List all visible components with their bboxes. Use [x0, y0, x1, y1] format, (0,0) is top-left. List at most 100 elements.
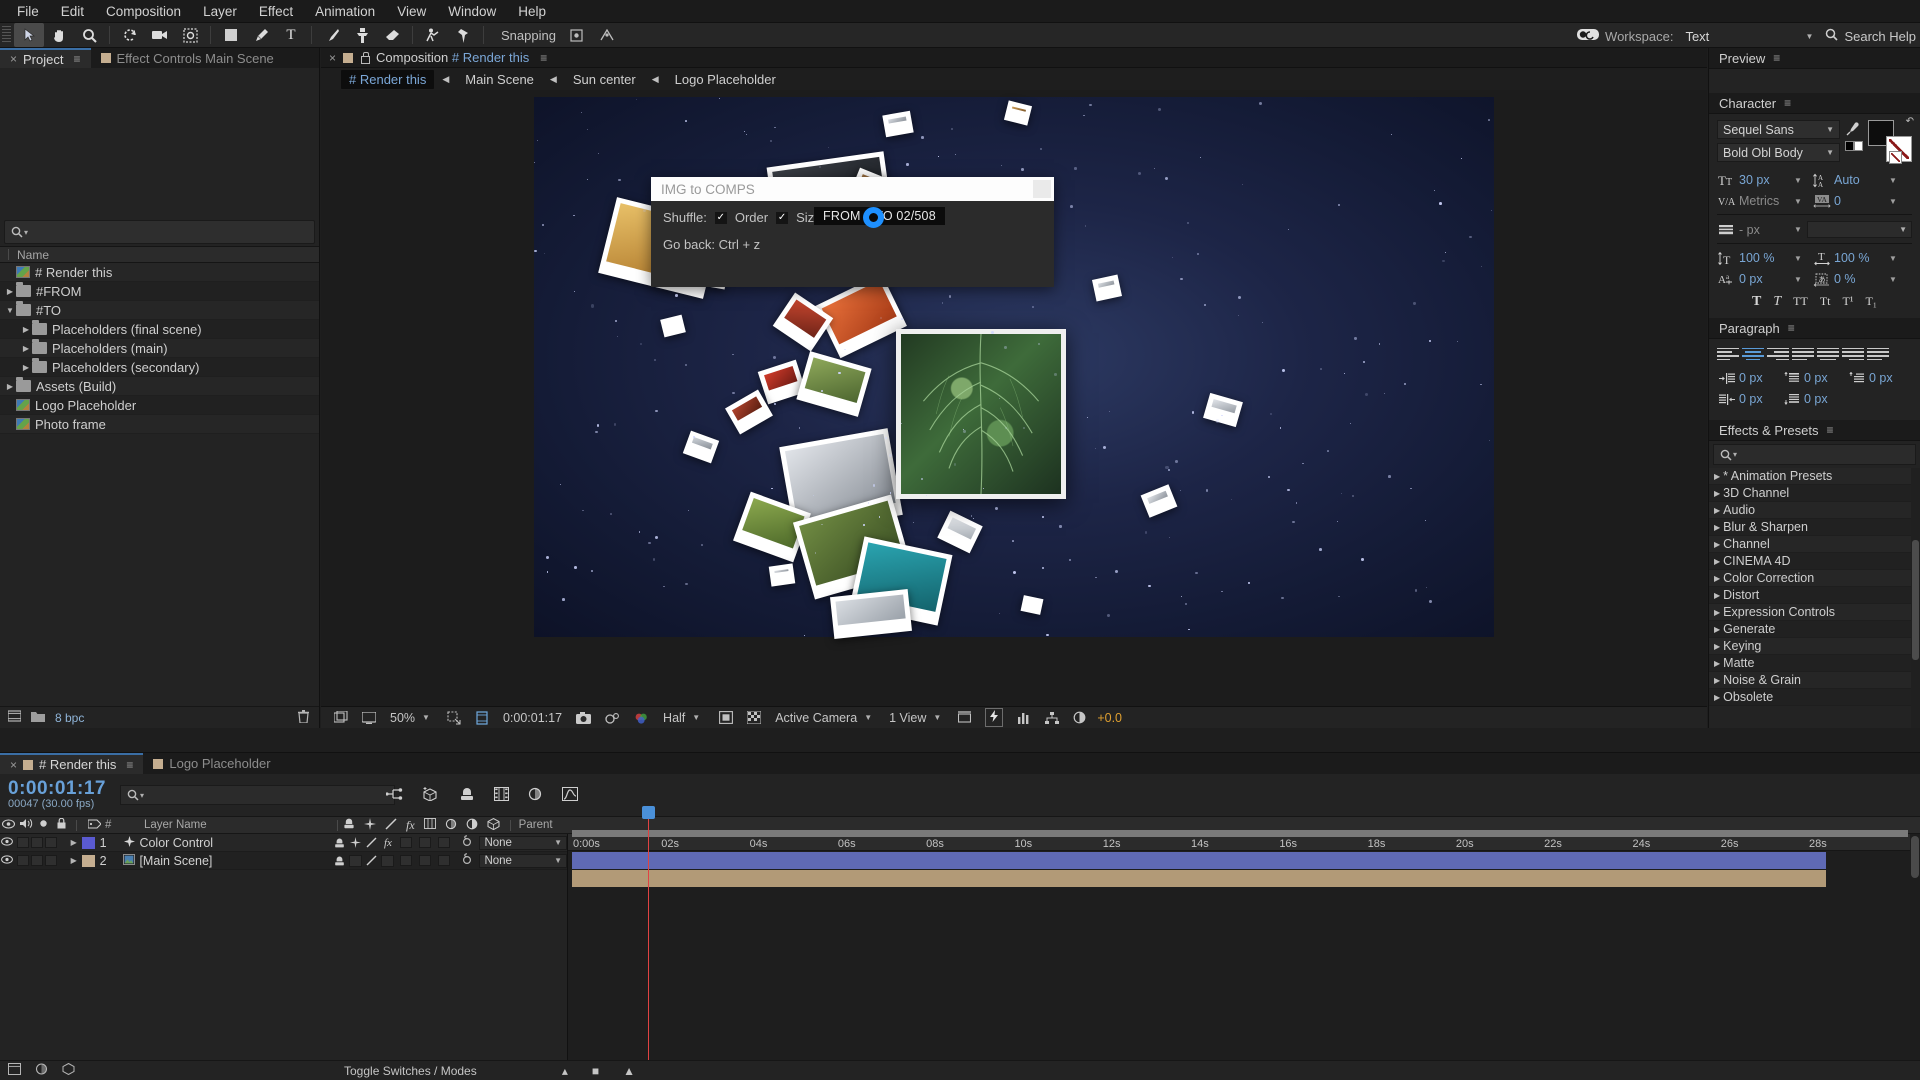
main-viewer-icon[interactable]	[355, 711, 383, 724]
leading-caret-icon[interactable]: ▼	[1887, 176, 1899, 185]
layer-solo-toggle[interactable]	[30, 837, 43, 848]
swap-colors-icon[interactable]: ↶	[1906, 116, 1914, 127]
paragraph-align-left-button[interactable]	[1717, 346, 1739, 362]
timeline-layer-row[interactable]: ▶ 1 Color Control fx None ▼	[0, 834, 568, 852]
chevron-right-icon[interactable]: ▶	[1714, 642, 1720, 651]
graph-editor-icon[interactable]	[562, 786, 578, 804]
draft-3d-icon[interactable]	[422, 786, 440, 804]
comp-footer-icon-3[interactable]	[62, 1062, 75, 1078]
chevron-right-icon[interactable]: ▶	[1714, 693, 1720, 702]
horizontal-scale-value[interactable]: 100 %	[1834, 251, 1884, 265]
font-size-caret-icon[interactable]: ▼	[1792, 176, 1804, 185]
chevron-right-icon[interactable]: ▶	[1714, 523, 1720, 532]
menu-item-file[interactable]: File	[6, 2, 50, 21]
project-item[interactable]: ▶ Placeholders (final scene)	[0, 320, 319, 339]
timeline-search-input[interactable]: ▾	[119, 785, 395, 805]
chevron-right-icon[interactable]: ▶	[20, 363, 32, 372]
project-search-input[interactable]: ▾	[4, 220, 315, 244]
effects-category-row[interactable]: ▶ Matte	[1709, 655, 1920, 672]
effects-presets-list[interactable]: ▶ * Animation Presets ▶ 3D Channel ▶ Audio ▶ Bl…	[1709, 468, 1920, 728]
timeline-vertical-scrollbar[interactable]	[1910, 834, 1920, 1060]
current-time-display[interactable]: 0:00:01:17	[496, 711, 569, 725]
effects-category-row[interactable]: ▶ Audio	[1709, 502, 1920, 519]
layer-lock-toggle[interactable]	[44, 837, 57, 848]
chevron-right-icon[interactable]: ▶	[4, 287, 16, 296]
brush-tool[interactable]	[317, 23, 347, 47]
layer-label-color[interactable]	[81, 854, 95, 867]
breadcrumb-item-main-scene[interactable]: Main Scene	[457, 70, 542, 89]
project-item[interactable]: ▶ Assets (Build)	[0, 377, 319, 396]
layer-expand-icon[interactable]: ▶	[68, 838, 80, 847]
effects-category-row[interactable]: ▶ 3D Channel	[1709, 485, 1920, 502]
channel-select-icon[interactable]	[627, 712, 656, 724]
layer-switch-extra-2[interactable]	[438, 854, 451, 866]
timeline-ruler[interactable]: 0:00s 02s 04s 06s 08s 10s 12s 14s 16s 18s 20s 22s 24…	[568, 830, 1920, 851]
layer-switch-3[interactable]	[381, 854, 395, 867]
effects-category-row[interactable]: ▶ Expression Controls	[1709, 604, 1920, 621]
playhead-handle[interactable]	[642, 806, 655, 819]
vertical-scale-value[interactable]: 100 %	[1739, 251, 1789, 265]
shape-tool[interactable]	[216, 23, 246, 47]
menu-item-composition[interactable]: Composition	[95, 2, 192, 21]
comp-flowchart-icon[interactable]	[1038, 711, 1066, 724]
chevron-right-icon[interactable]: ▶	[1714, 676, 1720, 685]
kerning-caret-icon[interactable]: ▼	[1792, 197, 1804, 206]
layer-switch-0[interactable]	[333, 855, 346, 867]
timecode-display[interactable]: 0:00:01:17 00047 (30.00 fps)	[8, 779, 106, 810]
layer-audio-toggle[interactable]	[16, 837, 29, 848]
black-white-swatches[interactable]	[1845, 141, 1863, 151]
font-style-select[interactable]: Bold Obl Body ▼	[1717, 143, 1840, 162]
layer-switch-extra-2[interactable]	[438, 836, 451, 848]
indent-right-field[interactable]: 0 px	[1717, 391, 1782, 407]
breadcrumb-item-logo-placeholder[interactable]: Logo Placeholder	[667, 70, 784, 89]
space-before-field[interactable]: 0 px	[1782, 370, 1847, 386]
eraser-tool[interactable]	[377, 23, 407, 47]
search-help-input[interactable]: Search Help	[1844, 29, 1916, 44]
playhead[interactable]	[642, 806, 655, 1060]
shuffle-order-checkbox[interactable]: ✓	[714, 211, 727, 224]
layer-label-color[interactable]	[81, 836, 95, 849]
baseline-shift-value[interactable]: 0 px	[1739, 272, 1789, 286]
color-depth-button[interactable]: 8 bpc	[55, 711, 84, 725]
effects-category-row[interactable]: ▶ CINEMA 4D	[1709, 553, 1920, 570]
work-area-bar[interactable]	[572, 830, 1908, 837]
layer-switch-extra-1[interactable]	[419, 854, 432, 866]
panel-menu-icon[interactable]: ≡	[126, 758, 133, 772]
chevron-down-icon[interactable]: ▼	[4, 306, 16, 315]
chevron-right-icon[interactable]: ▶	[1714, 489, 1720, 498]
layer-duration-bar[interactable]	[572, 852, 1826, 869]
timeline-layer-row[interactable]: ▶ 2 [Main Scene] None ▼	[0, 852, 568, 870]
puppet-pin-tool[interactable]	[448, 23, 478, 47]
snapping-options[interactable]	[592, 23, 622, 47]
tsume-caret-icon[interactable]: ▼	[1887, 275, 1899, 284]
type-tool[interactable]: T	[276, 23, 306, 47]
character-style-button-5[interactable]: T₁	[1865, 294, 1877, 310]
toggle-switches-modes-button[interactable]: Toggle Switches / Modes	[344, 1064, 477, 1078]
roto-brush-tool[interactable]	[418, 23, 448, 47]
exposure-reset-icon[interactable]	[1066, 711, 1093, 724]
layer-lock-toggle[interactable]	[44, 855, 57, 866]
timeline-zoom-out-icon[interactable]: ▴	[562, 1064, 568, 1078]
layer-audio-toggle[interactable]	[16, 855, 29, 866]
space-after-field[interactable]: 0 px	[1782, 391, 1847, 407]
toolbar-grip[interactable]	[2, 26, 11, 44]
fast-previews-icon[interactable]	[978, 708, 1010, 727]
character-style-button-2[interactable]: TT	[1793, 294, 1808, 310]
breadcrumb-item-sun-center[interactable]: Sun center	[565, 70, 644, 89]
menu-item-animation[interactable]: Animation	[304, 2, 386, 21]
effects-menu-icon[interactable]: ≡	[1826, 423, 1833, 437]
project-tab-effect-controls-main-scene[interactable]: Effect Controls Main Scene	[90, 48, 284, 68]
workspace-sync-icon[interactable]	[1577, 28, 1600, 44]
effects-category-row[interactable]: ▶ Blur & Sharpen	[1709, 519, 1920, 536]
paragraph-justify-last-left-button[interactable]	[1792, 346, 1814, 362]
character-menu-icon[interactable]: ≡	[1784, 96, 1791, 110]
resolution-caret-icon[interactable]: ▼	[692, 713, 700, 722]
indent-left-field[interactable]: 0 px	[1717, 370, 1782, 386]
layer-parent-select[interactable]: None ▼	[479, 853, 568, 868]
menu-item-view[interactable]: View	[386, 2, 437, 21]
layer-visibility-toggle[interactable]	[0, 854, 14, 867]
effects-scrollbar[interactable]	[1911, 468, 1920, 728]
enable-frame-blending-icon[interactable]	[494, 786, 509, 804]
layer-parent-select[interactable]: None ▼	[479, 835, 568, 850]
project-tab-project[interactable]: × Project ≡	[0, 48, 91, 68]
